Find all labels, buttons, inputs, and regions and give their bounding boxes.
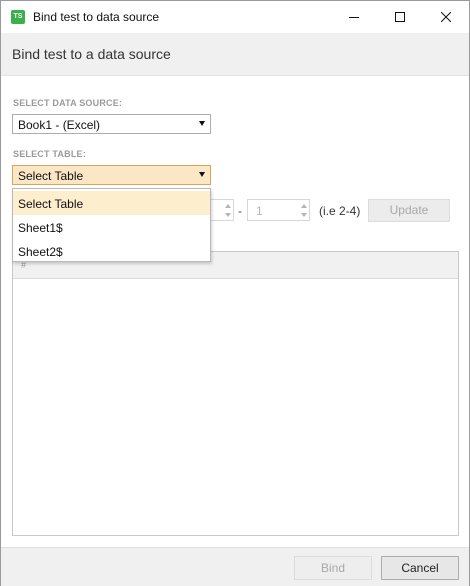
range-to-value: 1 — [256, 204, 263, 218]
data-source-select[interactable]: Book1 - (Excel) — [12, 114, 211, 134]
range-hint: (i.e 2-4) — [319, 204, 361, 218]
dialog-window: TS Bind test to data source Bind test to… — [0, 0, 470, 586]
dropdown-item-label: Sheet2$ — [18, 245, 63, 259]
app-logo-icon: TS — [11, 10, 25, 24]
update-button[interactable]: Update — [368, 199, 450, 222]
dropdown-item-label: Select Table — [18, 197, 84, 211]
dropdown-item-label: Sheet1$ — [18, 221, 63, 235]
dialog-header: Bind test to a data source — [1, 33, 469, 76]
close-icon — [441, 12, 451, 22]
dropdown-item[interactable]: Sheet1$ — [13, 215, 210, 239]
table-label: SELECT TABLE: — [13, 149, 86, 159]
stepper-up-icon[interactable] — [225, 204, 231, 208]
stepper-down-icon[interactable] — [301, 213, 307, 217]
stepper-down-icon[interactable] — [225, 213, 231, 217]
dropdown-item[interactable]: Sheet2$ — [13, 239, 210, 263]
dropdown-item[interactable]: Select Table — [13, 191, 210, 215]
table-select[interactable]: Select Table — [12, 165, 211, 185]
stepper-up-icon[interactable] — [301, 204, 307, 208]
page-title: Bind test to a data source — [12, 46, 171, 62]
chevron-down-icon — [199, 121, 205, 126]
cancel-button[interactable]: Cancel — [381, 556, 459, 580]
maximize-icon — [395, 12, 405, 22]
minimize-icon — [349, 17, 359, 18]
data-source-value: Book1 - (Excel) — [18, 118, 101, 132]
data-source-label: SELECT DATA SOURCE: — [13, 98, 123, 108]
close-button[interactable] — [423, 1, 469, 33]
window-title: Bind test to data source — [33, 10, 160, 24]
table-select-value: Select Table — [18, 169, 84, 183]
title-bar[interactable]: TS Bind test to data source — [1, 1, 469, 33]
data-grid[interactable]: # — [12, 251, 459, 536]
table-dropdown-list[interactable]: Select Table Sheet1$ Sheet2$ — [12, 188, 211, 262]
range-to-stepper[interactable]: 1 — [247, 199, 310, 221]
range-separator: - — [238, 204, 242, 218]
chevron-down-icon — [199, 172, 205, 177]
dialog-footer: Bind Cancel — [1, 547, 469, 586]
maximize-button[interactable] — [377, 1, 423, 33]
bind-button[interactable]: Bind — [294, 556, 372, 580]
minimize-button[interactable] — [331, 1, 377, 33]
